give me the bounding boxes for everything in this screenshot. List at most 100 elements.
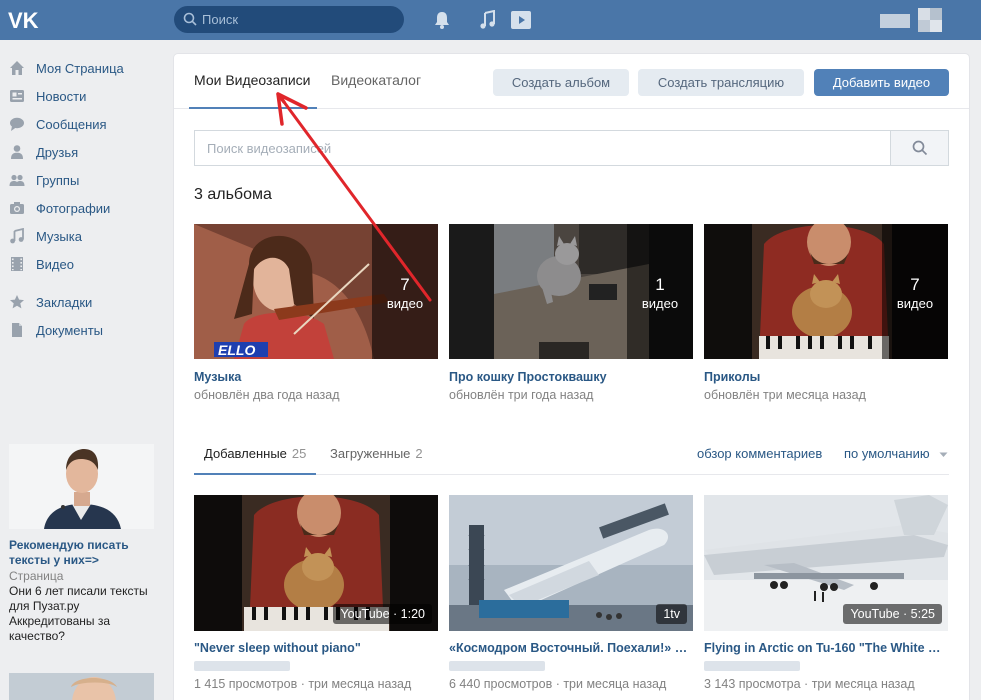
nav-separator [0, 278, 160, 288]
video-thumbnail[interactable]: 1tv [449, 495, 693, 631]
ad-title[interactable]: Рекомендую писать тексты у них=> [9, 538, 154, 568]
video-source-badge: YouTube · 1:20 [333, 604, 432, 624]
nav-label: Документы [36, 322, 104, 338]
video-search-input[interactable] [195, 131, 890, 165]
video-search [194, 130, 949, 166]
chat-icon [9, 116, 25, 132]
add-video-button[interactable]: Добавить видео [814, 69, 949, 96]
top-bar: VK Поиск [0, 0, 981, 40]
album-count-unit: видео [896, 296, 934, 311]
video-card[interactable]: YouTube · 5:25 Flying in Arctic on Tu-16… [704, 495, 948, 691]
album-count-number: 7 [910, 275, 920, 294]
user-avatar[interactable] [880, 8, 950, 32]
album-thumbnail[interactable]: 1 видео [449, 224, 693, 359]
tab-uploaded-count: 2 [415, 446, 423, 461]
comments-overview-link[interactable]: обзор комментариев [697, 446, 822, 461]
album-title[interactable]: Про кошку Простоквашку [449, 370, 693, 384]
nav-label: Моя Страница [36, 60, 124, 76]
video-card[interactable]: 1tv «Космодром Восточный. Поехали!» Д...… [449, 495, 693, 691]
video-thumbnail[interactable]: YouTube · 5:25 [704, 495, 948, 631]
nav-item-my-page[interactable]: Моя Страница [0, 54, 160, 82]
album-updated: обновлён два года назад [194, 388, 340, 402]
tab-added-label: Добавленные [204, 446, 287, 461]
nav-item-messages[interactable]: Сообщения [0, 110, 160, 138]
music-note-icon[interactable] [479, 10, 497, 30]
video-views: 3 143 просмотра [704, 677, 801, 691]
video-title[interactable]: «Космодром Восточный. Поехали!» Д... [449, 641, 693, 655]
nav-item-photos[interactable]: Фотографии [0, 194, 160, 222]
create-stream-button[interactable]: Создать трансляцию [638, 69, 804, 96]
album-card[interactable]: 7 видео Приколы обновлён три месяца наза… [704, 224, 948, 402]
sidebar-ad[interactable]: Рекомендую писать тексты у них=> Страниц… [9, 444, 154, 644]
svg-text:VK: VK [8, 8, 39, 32]
video-search-button[interactable] [890, 131, 948, 165]
nav-item-friends[interactable]: Друзья [0, 138, 160, 166]
person-icon [9, 144, 25, 160]
ad-type: Страница [9, 569, 64, 583]
tab-added-count: 25 [291, 446, 307, 461]
nav-item-music[interactable]: Музыка [0, 222, 160, 250]
video-title[interactable]: "Never sleep without piano" [194, 641, 438, 655]
search-icon [183, 12, 197, 26]
album-title[interactable]: Приколы [704, 370, 948, 384]
active-subtab-indicator [194, 473, 316, 475]
album-updated: обновлён три года назад [449, 388, 594, 402]
album-card[interactable]: ELLO 7 видео Музыка обновлён два года на… [194, 224, 438, 402]
header-search[interactable]: Поиск [174, 6, 404, 33]
sort-label: по умолчанию [844, 446, 930, 461]
tab-video-catalog[interactable]: Видеокаталог [331, 72, 421, 88]
search-icon [912, 140, 927, 156]
album-title[interactable]: Музыка [194, 370, 438, 384]
album-count-number: 1 [655, 275, 665, 294]
chevron-down-icon [939, 452, 948, 457]
video-card[interactable]: YouTube · 1:20 "Never sleep without pian… [194, 495, 438, 691]
video-title[interactable]: Flying in Arctic on Tu-160 "The White Sw… [704, 641, 948, 655]
music-note-icon [9, 228, 25, 244]
video-views: 6 440 просмотров [449, 677, 553, 691]
nav-item-video[interactable]: Видео [0, 250, 160, 278]
header-search-placeholder[interactable]: Поиск [202, 12, 238, 27]
album-count-unit: видео [386, 296, 424, 311]
tab-uploaded[interactable]: Загруженные 2 [330, 446, 423, 461]
video-age: три месяца назад [563, 677, 667, 691]
album-count-number: 7 [400, 275, 410, 294]
ad-text: Они 6 лет писали тексты для Пузат.ру Акк… [9, 584, 148, 643]
video-meta: 3 143 просмотра · три месяца назад [704, 677, 915, 691]
video-meta: 1 415 просмотров · три месяца назад [194, 677, 412, 691]
nav-item-groups[interactable]: Группы [0, 166, 160, 194]
ad-image-second[interactable] [9, 673, 154, 700]
tab-added[interactable]: Добавленные 25 [204, 446, 306, 461]
nav-label: Друзья [36, 144, 79, 160]
album-count: 7 видео [372, 224, 438, 359]
video-age: три месяца назад [811, 677, 915, 691]
vk-logo-icon[interactable]: VK [8, 8, 44, 32]
videos-panel: Мои Видеозаписи Видеокаталог Создать аль… [174, 54, 969, 700]
album-thumbnail[interactable]: 7 видео [704, 224, 948, 359]
video-author-blurred [194, 661, 290, 671]
album-updated: обновлён три месяца назад [704, 388, 866, 402]
video-play-icon[interactable] [510, 10, 532, 30]
nav-item-documents[interactable]: Документы [0, 316, 160, 344]
left-nav: Моя Страница Новости Сообщения Друзья Гр… [0, 54, 160, 344]
ad-image[interactable] [9, 444, 154, 529]
video-author-blurred [704, 661, 800, 671]
sort-dropdown[interactable]: по умолчанию [844, 446, 948, 461]
video-subtabs: Добавленные 25 Загруженные 2 обзор коммент… [194, 437, 949, 475]
news-icon [9, 88, 25, 104]
nav-item-bookmarks[interactable]: Закладки [0, 288, 160, 316]
album-thumbnail[interactable]: ELLO 7 видео [194, 224, 438, 359]
video-author-blurred [449, 661, 545, 671]
video-thumbnail[interactable]: YouTube · 1:20 [194, 495, 438, 631]
create-album-button[interactable]: Создать альбом [493, 69, 629, 96]
nav-label: Видео [36, 256, 74, 272]
tab-uploaded-label: Загруженные [330, 446, 411, 461]
video-tabs: Мои Видеозаписи Видеокаталог Создать аль… [174, 54, 969, 109]
album-card[interactable]: 1 видео Про кошку Простоквашку обновлён … [449, 224, 693, 402]
album-overlay-text: ELLO [218, 342, 255, 358]
bell-icon[interactable] [433, 10, 451, 30]
nav-item-news[interactable]: Новости [0, 82, 160, 110]
tab-my-videos[interactable]: Мои Видеозаписи [194, 72, 310, 88]
video-views: 1 415 просмотров [194, 677, 298, 691]
camera-icon [9, 200, 25, 216]
document-icon [9, 322, 25, 338]
